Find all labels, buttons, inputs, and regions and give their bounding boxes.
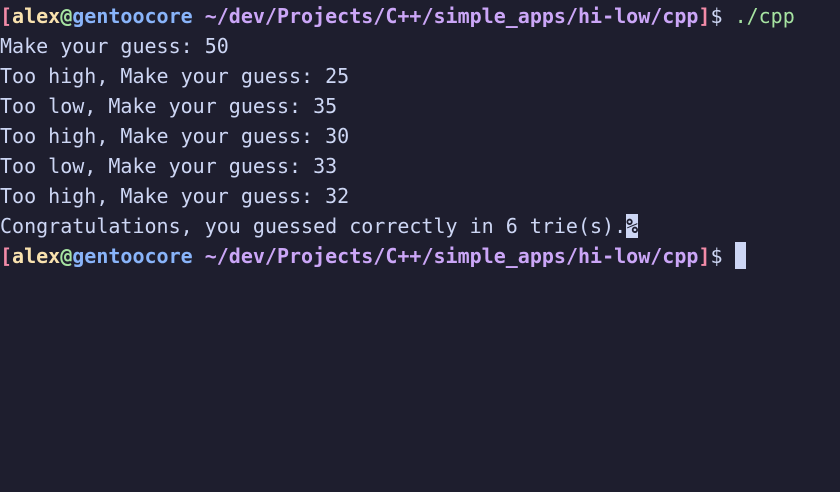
prompt-open-bracket: [ (0, 4, 13, 28)
prompt-user: alex (12, 244, 61, 268)
prompt-host: gentoocore (72, 4, 193, 28)
prompt-dollar: $ (710, 244, 735, 268)
output-line-final: Congratulations, you guessed correctly i… (0, 211, 840, 241)
entered-command: ./cpp (734, 4, 795, 28)
congrats-text: Congratulations, you guessed correctly i… (0, 214, 627, 238)
output-line: Too high, Make your guess: 25 (0, 64, 350, 88)
block-cursor-icon[interactable] (734, 242, 746, 269)
output-line: Too high, Make your guess: 32 (0, 184, 350, 208)
output-line: Make your guess: 50 (0, 34, 229, 58)
output-line: Too low, Make your guess: 35 (0, 94, 338, 118)
prompt-close-bracket: ] (698, 244, 711, 268)
prompt-close-bracket: ] (698, 4, 711, 28)
prompt-line-active[interactable]: [alex@gentoocore ~/dev/Projects/C++/simp… (0, 241, 840, 271)
prompt-host: gentoocore (72, 244, 193, 268)
prompt-at: @ (60, 244, 73, 268)
prompt-path: ~/dev/Projects/C++/simple_apps/hi-low/cp… (192, 4, 699, 28)
terminal-window[interactable]: [alex@gentoocore ~/dev/Projects/C++/simp… (0, 0, 840, 492)
prompt-at: @ (60, 4, 73, 28)
prompt-dollar: $ (710, 4, 735, 28)
prompt-path: ~/dev/Projects/C++/simple_apps/hi-low/cp… (192, 244, 699, 268)
prompt-line: [alex@gentoocore ~/dev/Projects/C++/simp… (0, 1, 840, 31)
output-line: Too high, Make your guess: 30 (0, 124, 350, 148)
no-newline-marker: % (626, 214, 639, 238)
prompt-open-bracket: [ (0, 244, 13, 268)
output-line: Too low, Make your guess: 33 (0, 154, 338, 178)
prompt-user: alex (12, 4, 61, 28)
